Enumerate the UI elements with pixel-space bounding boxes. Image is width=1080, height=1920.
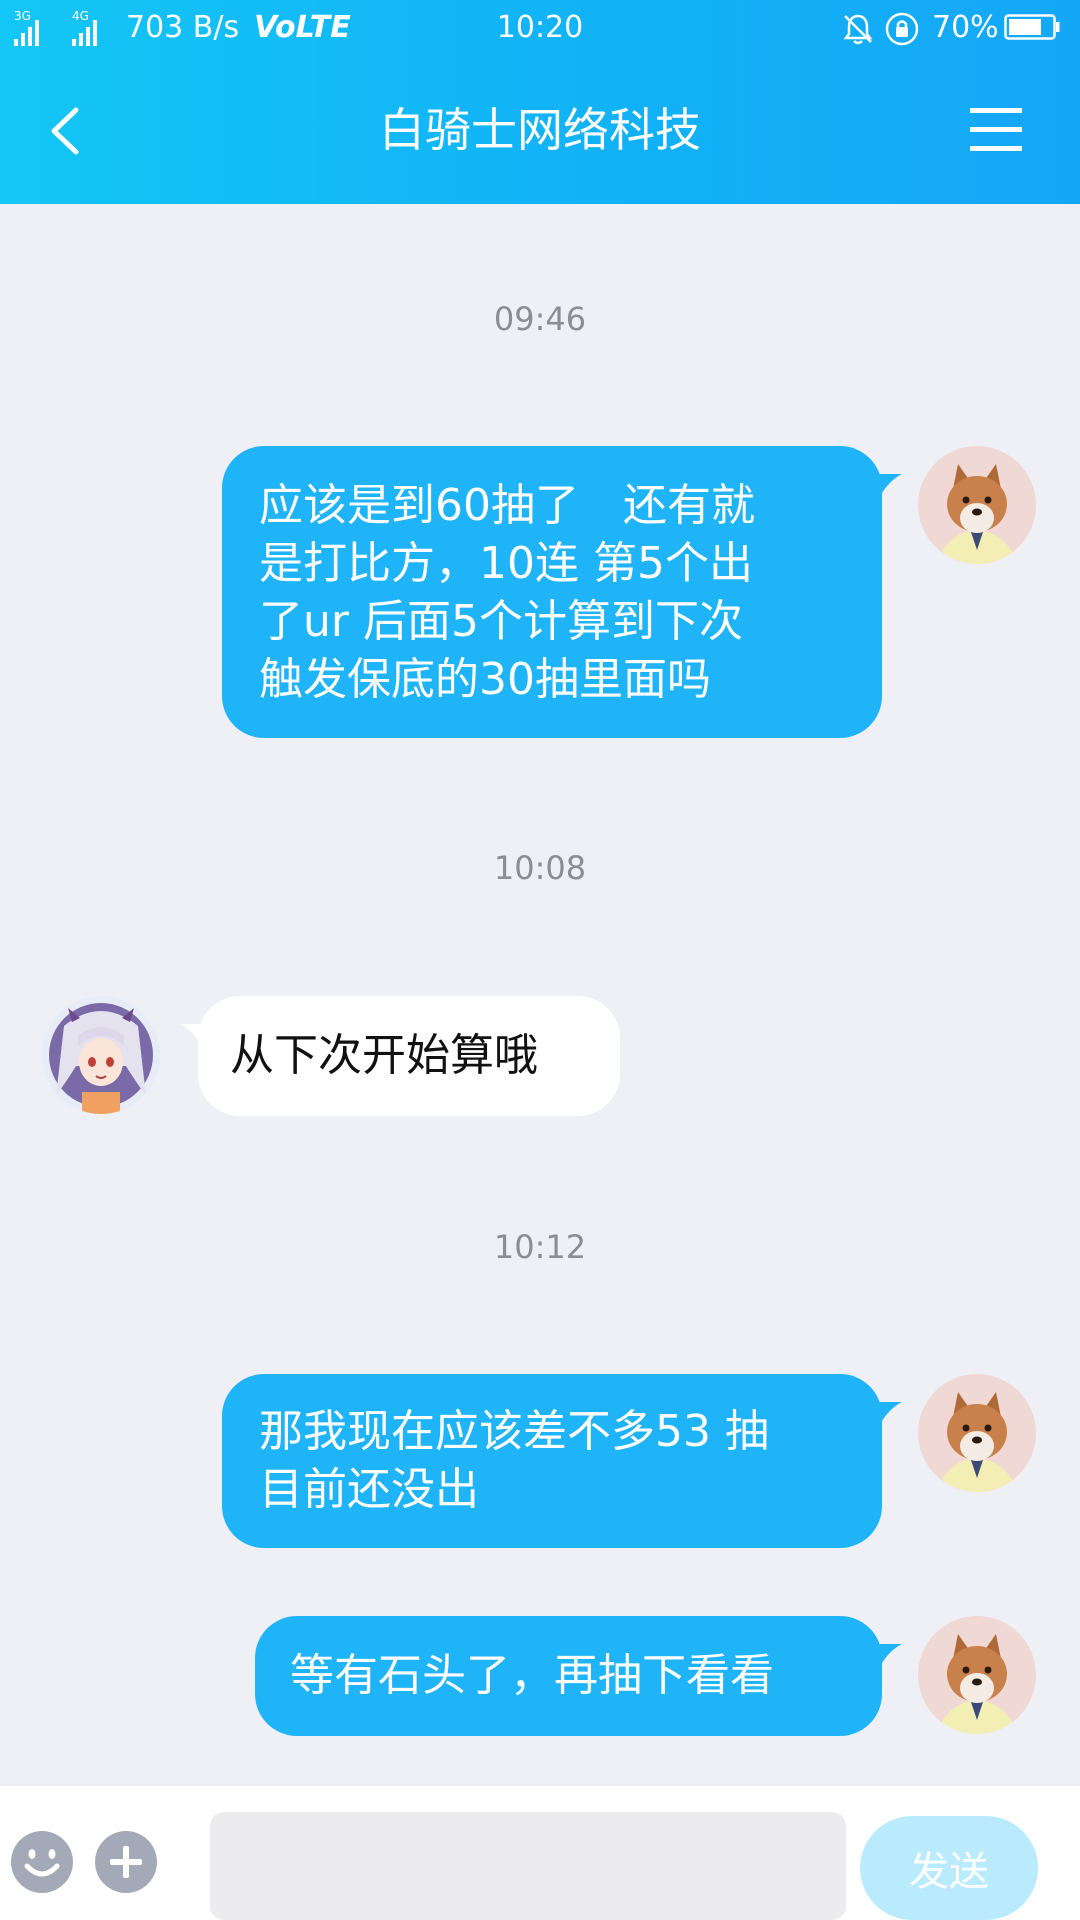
rotation-lock-icon bbox=[885, 12, 919, 46]
mute-bell-icon bbox=[843, 14, 873, 45]
send-button[interactable]: 发送 bbox=[860, 1816, 1038, 1920]
message-line: 那我现在应该差不多53 抽 bbox=[259, 1406, 769, 1457]
shiba-avatar-icon bbox=[918, 1374, 1036, 1492]
bubble-tail bbox=[876, 1402, 902, 1432]
status-bar: 3G 4G 703 B/s VoLTE 10:20 70% bbox=[0, 0, 1080, 56]
my-avatar[interactable] bbox=[918, 446, 1036, 564]
my-message-bubble[interactable]: 那我现在应该差不多53 抽 目前还没出 bbox=[222, 1374, 882, 1548]
menu-button[interactable] bbox=[960, 100, 1032, 160]
my-message-bubble[interactable]: 等有石头了，再抽下看看 bbox=[255, 1616, 882, 1736]
message-line: 是打比方，10连 第5个出 bbox=[259, 538, 753, 589]
top-bar: 3G 4G 703 B/s VoLTE 10:20 70% 白骑士网络科技 bbox=[0, 0, 1080, 204]
add-attachment-button[interactable] bbox=[94, 1830, 158, 1894]
input-bar: 发送 bbox=[0, 1786, 1080, 1920]
contact-avatar[interactable] bbox=[42, 996, 160, 1114]
battery-icon bbox=[1004, 14, 1060, 40]
message-line: 目前还没出 bbox=[259, 1464, 479, 1515]
bubble-tail bbox=[876, 1644, 902, 1674]
anime-girl-avatar-icon bbox=[42, 996, 160, 1114]
bubble-tail bbox=[876, 474, 902, 504]
chat-title: 白骑士网络科技 bbox=[379, 103, 701, 157]
timestamp: 09:46 bbox=[493, 300, 587, 338]
message-line: 了ur 后面5个计算到下次 bbox=[259, 596, 743, 647]
message-line: 等有石头了，再抽下看看 bbox=[290, 1650, 774, 1701]
message-input[interactable] bbox=[210, 1812, 846, 1920]
my-message-bubble[interactable]: 应该是到60抽了 还有就 是打比方，10连 第5个出 了ur 后面5个计算到下次… bbox=[222, 446, 882, 738]
title-bar: 白骑士网络科技 bbox=[0, 56, 1080, 204]
battery-percent: 70% bbox=[932, 10, 999, 45]
shiba-avatar-icon bbox=[918, 446, 1036, 564]
message-line: 应该是到60抽了 还有就 bbox=[259, 480, 755, 531]
timestamp: 10:12 bbox=[493, 1228, 587, 1266]
my-avatar[interactable] bbox=[918, 1616, 1036, 1734]
shiba-avatar-icon bbox=[918, 1616, 1036, 1734]
timestamp: 10:08 bbox=[493, 849, 587, 887]
emoji-button[interactable] bbox=[10, 1830, 74, 1894]
my-avatar[interactable] bbox=[918, 1374, 1036, 1492]
contact-message-bubble[interactable]: 从下次开始算哦 bbox=[198, 996, 620, 1116]
message-line: 触发保底的30抽里面吗 bbox=[259, 654, 711, 705]
message-line: 从下次开始算哦 bbox=[230, 1030, 538, 1081]
